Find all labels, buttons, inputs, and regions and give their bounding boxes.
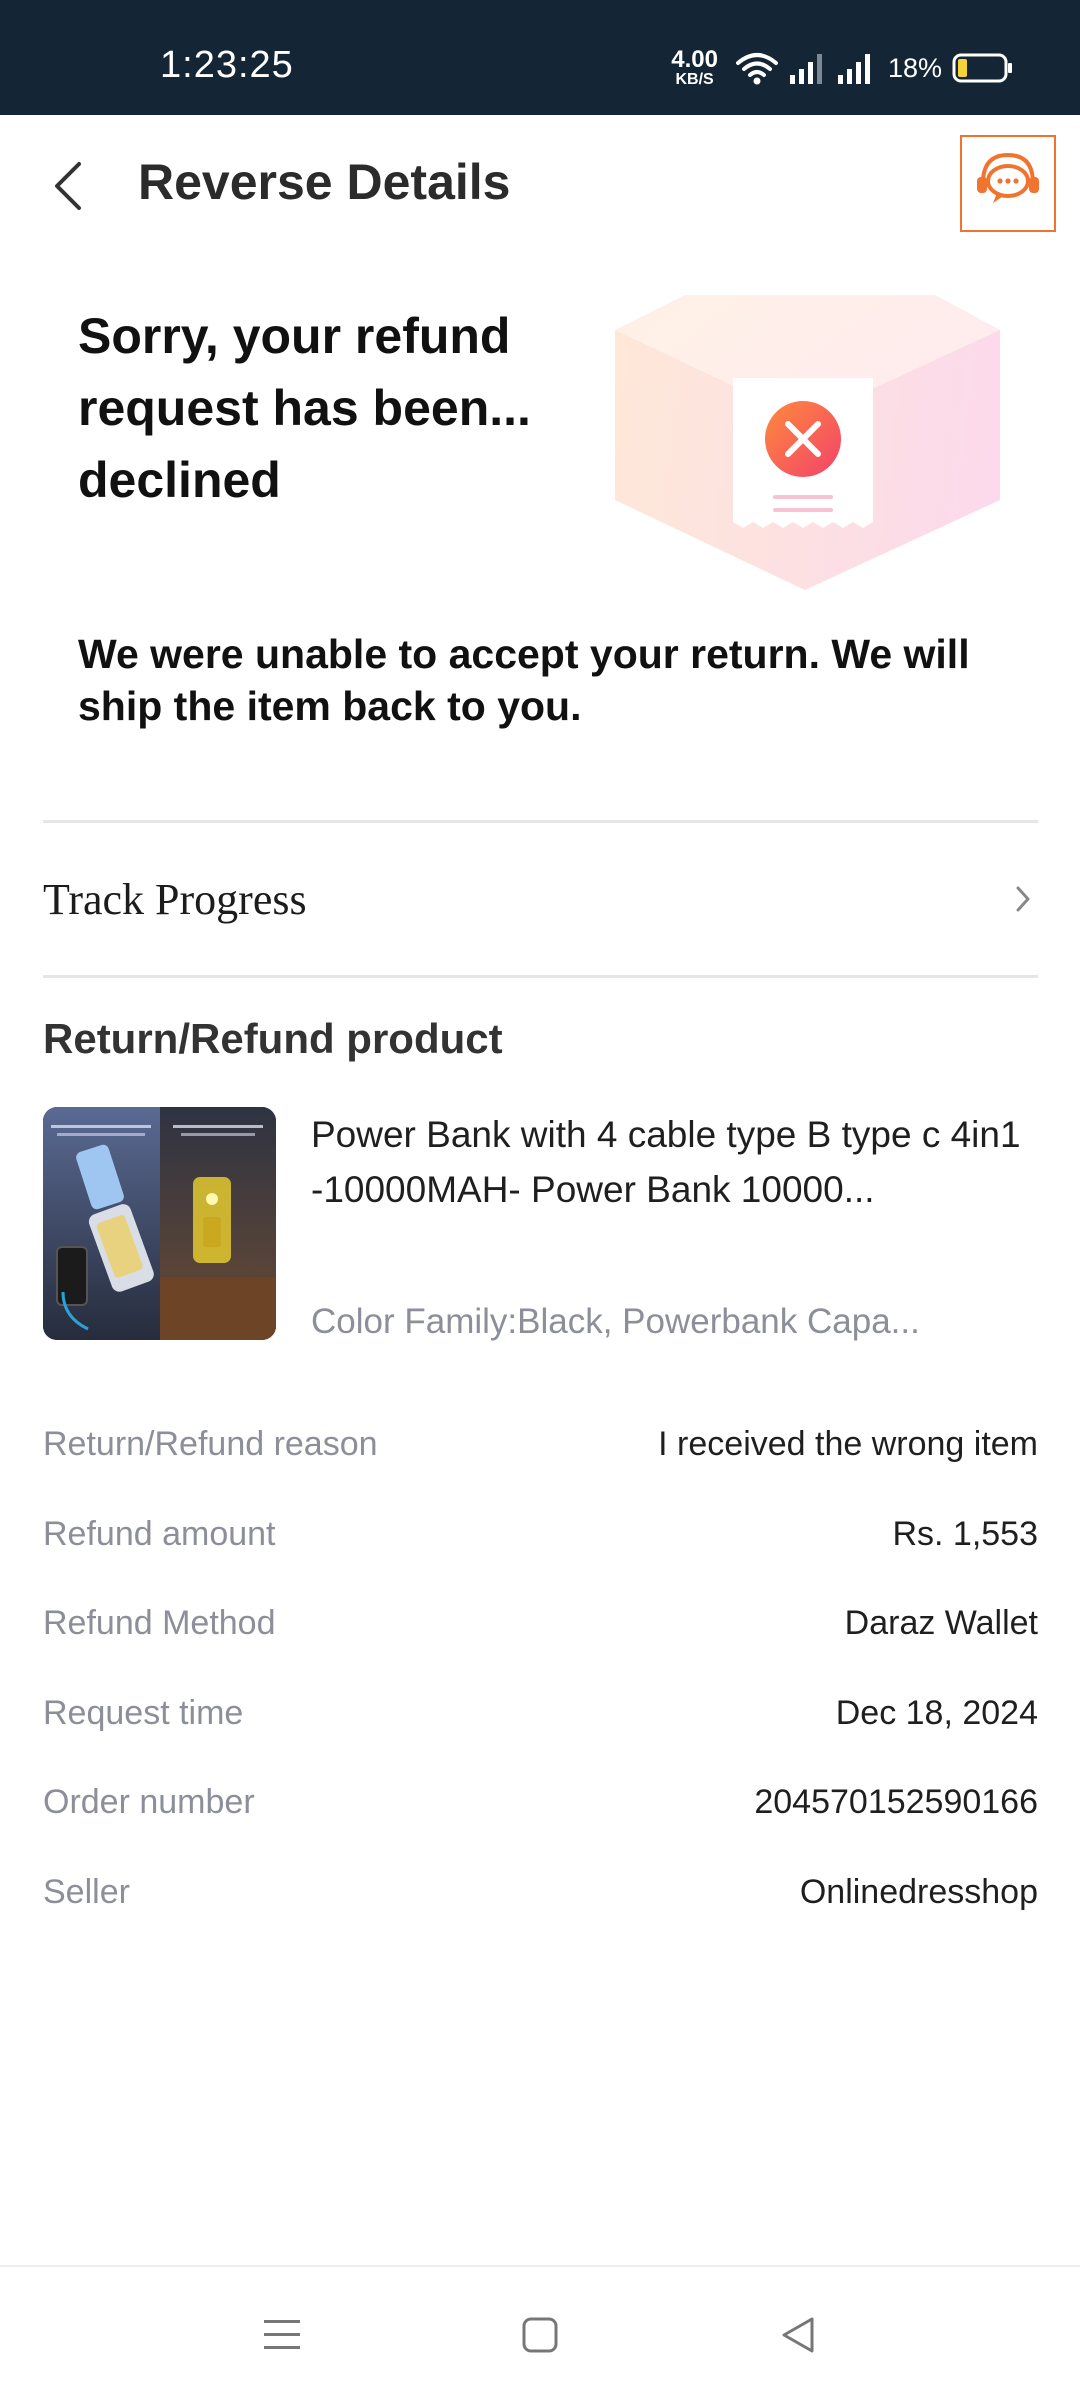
page-title: Reverse Details [138,154,511,210]
refund-details: Return/Refund reason I received the wron… [43,1400,1038,1937]
header: Reverse Details [0,115,1080,255]
detail-row-order-number: Order number 204570152590166 [43,1758,1038,1848]
status-bar: 1:23:25 4.00 KB/S 18% [0,0,1080,115]
nav-menu-button[interactable] [252,2312,312,2362]
divider [43,975,1038,978]
detail-label: Return/Refund reason [43,1425,378,1464]
detail-row-request-time: Request time Dec 18, 2024 [43,1669,1038,1759]
status-time: 1:23:25 [160,44,294,86]
system-navigation-bar [0,2265,1080,2400]
detail-row-reason: Return/Refund reason I received the wron… [43,1400,1038,1490]
status-icons: 4.00 KB/S 18% [671,46,1014,90]
battery-percent: 18% [887,52,942,83]
decline-message: We were unable to accept your return. We… [78,631,970,729]
detail-label: Order number [43,1783,255,1822]
nav-home-button[interactable] [510,2312,570,2362]
chevron-left-icon [51,160,85,217]
declined-receipt-illustration [605,290,1005,600]
customer-support-button[interactable] [960,135,1056,232]
chevron-right-icon [1008,879,1038,919]
detail-value: Rs. 1,553 [892,1514,1038,1553]
back-triangle-icon [778,2315,818,2360]
home-square-icon [520,2315,560,2360]
network-speed-unit: KB/S [675,71,714,88]
detail-row-method: Refund Method Daraz Wallet [43,1579,1038,1669]
network-speed: 4.00 KB/S [671,48,718,88]
decline-title: Sorry, your refund request has been... d… [78,308,531,508]
detail-label: Request time [43,1693,244,1732]
detail-row-amount: Refund amount Rs. 1,553 [43,1490,1038,1580]
detail-label: Seller [43,1872,130,1911]
detail-value: 204570152590166 [754,1783,1038,1822]
detail-label: Refund amount [43,1514,276,1553]
wifi-icon [735,51,778,85]
detail-value: I received the wrong item [658,1425,1038,1464]
detail-value[interactable]: Onlinedresshop [800,1873,1038,1912]
detail-value: Dec 18, 2024 [835,1693,1038,1732]
back-button[interactable] [40,155,96,221]
customer-service-chat-icon [973,149,1043,218]
product-name: Power Bank with 4 cable type B type c 4i… [311,1114,1021,1210]
track-progress-label: Track Progress [43,874,307,924]
menu-icon [262,2317,302,2358]
detail-row-seller: Seller Onlinedresshop [43,1848,1038,1938]
signal-icon-2 [836,51,874,85]
battery-icon [952,52,1014,84]
detail-label: Refund Method [43,1604,276,1643]
track-progress-row[interactable]: Track Progress [43,823,1038,975]
product-variant: Color Family:Black, Powerbank Capa... [311,1302,920,1341]
product-image [43,1107,276,1340]
return-product-section-title: Return/Refund product [43,1015,503,1062]
detail-value: Daraz Wallet [844,1604,1038,1643]
nav-back-button[interactable] [768,2312,828,2362]
signal-icon [788,51,826,85]
product-item[interactable]: Power Bank with 4 cable type B type c 4i… [43,1107,1038,1342]
network-speed-value: 4.00 [671,46,718,73]
